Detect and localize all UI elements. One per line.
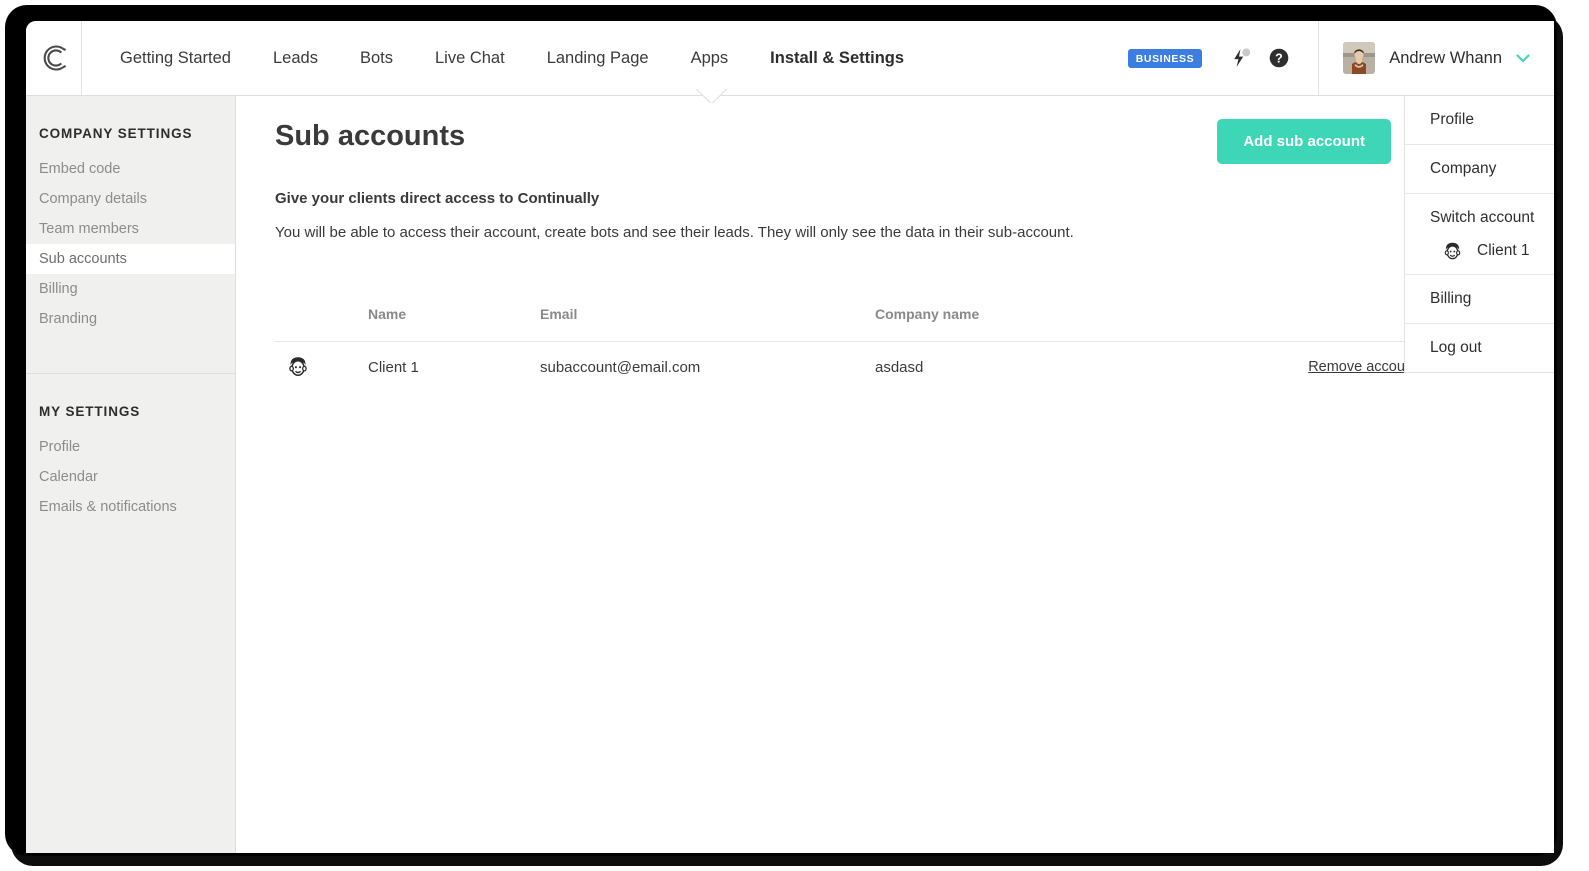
table-row: Client 1 subaccount@email.com asdasd Rem… — [275, 342, 1417, 394]
dropdown-account-name: Client 1 — [1477, 241, 1530, 259]
user-dropdown-menu: Profile Company Switch account Client 1 … — [1404, 96, 1554, 373]
client-face-avatar-icon — [1441, 239, 1464, 262]
sidebar-item-emails-notifications[interactable]: Emails & notifications — [26, 492, 235, 522]
user-name-label: Andrew Whann — [1389, 48, 1502, 67]
settings-sidebar: COMPANY SETTINGS Embed code Company deta… — [26, 96, 236, 853]
nav-item-leads[interactable]: Leads — [252, 21, 339, 95]
page-title: Sub accounts — [275, 120, 466, 152]
app-logo[interactable] — [26, 21, 82, 95]
sidebar-item-branding[interactable]: Branding — [26, 304, 235, 334]
dropdown-switch-account-label: Switch account — [1430, 209, 1535, 226]
section-description: You will be able to access their account… — [275, 224, 1074, 241]
cell-name: Client 1 — [368, 359, 419, 376]
help-circle-glyph: ? — [1269, 48, 1289, 68]
user-menu-button[interactable]: Andrew Whann — [1318, 21, 1554, 95]
sidebar-item-embed-code[interactable]: Embed code — [26, 154, 235, 184]
dropdown-switch-account-group: Switch account Client 1 — [1405, 194, 1554, 275]
nav-item-apps[interactable]: Apps — [670, 21, 750, 95]
dropdown-item-profile[interactable]: Profile — [1405, 96, 1554, 145]
sidebar-item-billing[interactable]: Billing — [26, 274, 235, 304]
cell-company: asdasd — [875, 359, 924, 376]
continually-c-logo-icon — [43, 45, 66, 71]
section-heading: Give your clients direct access to Conti… — [275, 190, 600, 207]
client-face-avatar-glyph — [289, 357, 307, 376]
top-bar-right: BUSINESS ? Andrew Whann — [1127, 21, 1554, 95]
add-sub-account-button[interactable]: Add sub account — [1217, 119, 1391, 164]
dropdown-item-log-out[interactable]: Log out — [1405, 324, 1554, 372]
cell-email: subaccount@email.com — [540, 359, 701, 376]
column-header-company: Company name — [875, 306, 980, 322]
sidebar-item-profile[interactable]: Profile — [26, 432, 235, 462]
lightning-bolt-icon[interactable] — [1228, 45, 1254, 71]
plan-badge: BUSINESS — [1127, 48, 1203, 68]
nav-item-install-settings[interactable]: Install & Settings — [749, 21, 925, 95]
dropdown-item-billing[interactable]: Billing — [1405, 275, 1554, 324]
sidebar-item-calendar[interactable]: Calendar — [26, 462, 235, 492]
nav-item-bots[interactable]: Bots — [339, 21, 414, 95]
top-navigation-bar: Getting Started Leads Bots Live Chat Lan… — [26, 21, 1554, 96]
nav-item-getting-started[interactable]: Getting Started — [99, 21, 252, 95]
active-tab-notch — [695, 89, 737, 103]
dropdown-item-company[interactable]: Company — [1405, 145, 1554, 194]
main-content: Sub accounts Add sub account Give your c… — [237, 96, 1554, 853]
window-frame: Getting Started Leads Bots Live Chat Lan… — [5, 5, 1557, 856]
main-nav: Getting Started Leads Bots Live Chat Lan… — [99, 21, 925, 95]
sidebar-item-sub-accounts[interactable]: Sub accounts — [26, 244, 235, 274]
avatar — [1343, 42, 1376, 74]
chevron-down-icon — [1516, 52, 1530, 65]
lightning-bolt-glyph — [1234, 48, 1251, 67]
sidebar-item-company-details[interactable]: Company details — [26, 184, 235, 214]
app-viewport: Getting Started Leads Bots Live Chat Lan… — [26, 21, 1554, 853]
table-header-row: Name Email Company name — [275, 306, 1417, 342]
dropdown-account-client-1[interactable]: Client 1 — [1430, 239, 1554, 262]
svg-text:?: ? — [1275, 52, 1283, 66]
sidebar-item-team-members[interactable]: Team members — [26, 214, 235, 244]
sidebar-divider — [26, 373, 235, 374]
user-avatar-photo-icon — [1343, 42, 1376, 74]
chevron-down-glyph — [1516, 53, 1530, 62]
column-header-name: Name — [368, 306, 407, 322]
help-circle-icon[interactable]: ? — [1266, 45, 1292, 71]
column-header-email: Email — [540, 306, 578, 322]
sidebar-section-title-company: COMPANY SETTINGS — [39, 126, 193, 141]
sub-accounts-table: Name Email Company name Client 1 subacco… — [275, 306, 1417, 394]
sidebar-section-title-my-settings: MY SETTINGS — [39, 404, 141, 419]
nav-item-live-chat[interactable]: Live Chat — [414, 21, 526, 95]
remove-account-link[interactable]: Remove account — [1308, 359, 1417, 375]
client-face-avatar-icon — [285, 353, 311, 379]
client-face-avatar-glyph — [1444, 242, 1461, 260]
nav-item-landing-page[interactable]: Landing Page — [526, 21, 670, 95]
